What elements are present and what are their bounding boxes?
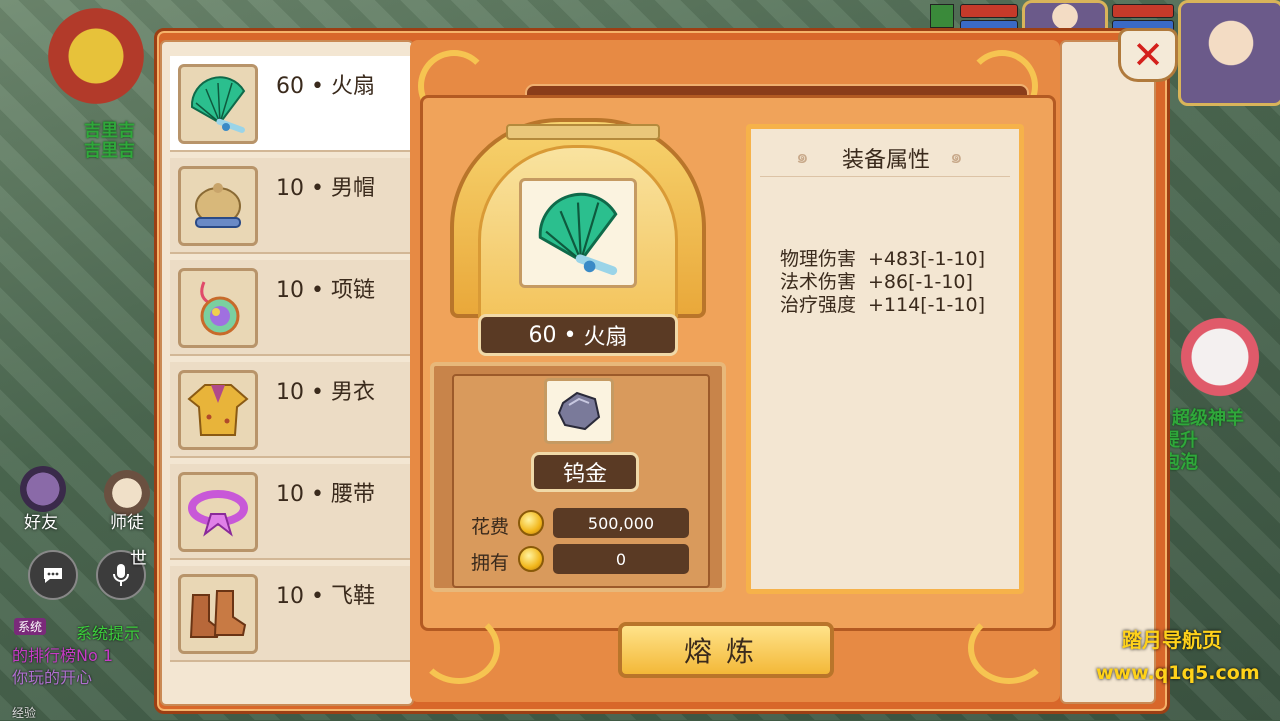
system-badge: 系统 bbox=[14, 618, 47, 635]
player-avatar[interactable] bbox=[1178, 0, 1280, 106]
item-name: 飞鞋 bbox=[330, 584, 375, 609]
necklace-icon bbox=[178, 268, 258, 348]
smelt-button[interactable]: 熔炼 bbox=[618, 622, 834, 678]
selected-item-level: 60 bbox=[528, 322, 557, 348]
npc-name-label: 吉里吉 bbox=[84, 141, 135, 161]
belt-icon bbox=[178, 472, 258, 552]
player-hp-bar bbox=[1112, 4, 1174, 18]
right-side-panel bbox=[1060, 40, 1156, 704]
item-level: 10 bbox=[276, 176, 304, 201]
watermark-title: 踏月导航页 bbox=[1122, 628, 1222, 652]
cost-label: 花费 bbox=[471, 516, 510, 538]
swirl-ornament-icon: ๑ bbox=[950, 144, 963, 168]
corner-ornament bbox=[968, 612, 1050, 684]
npc-sprite-left[interactable] bbox=[48, 8, 144, 104]
item-level: 10 bbox=[276, 584, 304, 609]
status-icon bbox=[930, 4, 954, 28]
attribute-name: 治疗强度 bbox=[780, 294, 857, 316]
list-item-3[interactable]: 10 • 男衣 bbox=[170, 362, 410, 458]
item-level: 10 bbox=[276, 380, 304, 405]
item-name: 火扇 bbox=[330, 74, 375, 99]
pet-hp-bar bbox=[960, 4, 1018, 18]
equipment-list[interactable]: 60 • 火扇 10 • 男帽 10 • 项链 10 • 男衣 10 • 腰带 … bbox=[160, 40, 414, 706]
list-item-1[interactable]: 10 • 男帽 bbox=[170, 158, 410, 254]
selected-item-name: 60 • 火扇 bbox=[478, 314, 678, 356]
boots-icon bbox=[178, 574, 258, 654]
exp-label: 经验 bbox=[12, 706, 37, 720]
close-x-icon: ✕ bbox=[1132, 33, 1164, 77]
attribute-divider bbox=[760, 176, 1010, 177]
world-channel-label[interactable]: 世 bbox=[130, 544, 147, 569]
chat-bubble-icon[interactable] bbox=[28, 550, 78, 600]
tungsten-stone-icon[interactable] bbox=[544, 378, 614, 444]
corner-ornament bbox=[418, 612, 500, 684]
list-item-2[interactable]: 10 • 项链 bbox=[170, 260, 410, 356]
attribute-value: +114[-1-10] bbox=[868, 294, 986, 316]
list-item-5[interactable]: 10 • 飞鞋 bbox=[170, 566, 410, 662]
material-name: 钨金 bbox=[531, 452, 639, 492]
attribute-panel bbox=[746, 124, 1024, 594]
watermark-url: www.q1q5.com bbox=[1096, 662, 1260, 684]
item-name: 项链 bbox=[330, 278, 375, 303]
item-name: 男帽 bbox=[330, 176, 375, 201]
friend-label[interactable]: 好友 bbox=[24, 508, 58, 533]
hat-icon bbox=[178, 166, 258, 246]
selected-item-title: 火扇 bbox=[583, 325, 628, 350]
list-item-0[interactable]: 60 • 火扇 bbox=[170, 56, 410, 152]
chat-text: 你玩的开心 bbox=[12, 668, 93, 687]
close-button[interactable]: ✕ bbox=[1118, 28, 1178, 82]
owned-label: 拥有 bbox=[471, 552, 510, 574]
arch-top-plate bbox=[506, 124, 660, 140]
attribute-title: 装备属性 bbox=[841, 148, 930, 173]
list-item-4[interactable]: 10 • 腰带 bbox=[170, 464, 410, 560]
robe-icon bbox=[178, 370, 258, 450]
cost-value: 500,000 bbox=[553, 508, 689, 538]
friend-avatar-icon[interactable] bbox=[20, 466, 66, 512]
npc-sprite-right[interactable] bbox=[1166, 312, 1274, 402]
coin-icon bbox=[518, 510, 544, 536]
chat-system-text: 系统提示 bbox=[76, 624, 141, 643]
item-level: 10 bbox=[276, 482, 304, 507]
item-name: 男衣 bbox=[330, 380, 375, 405]
attribute-line: 治疗强度 +114[-1-10] bbox=[780, 290, 985, 317]
item-name: 腰带 bbox=[330, 482, 375, 507]
owned-value: 0 bbox=[553, 544, 689, 574]
chat-text: 的排行榜No 1 bbox=[12, 646, 114, 665]
swirl-ornament-icon: ๑ bbox=[796, 144, 809, 168]
coin-icon bbox=[518, 546, 544, 572]
master-label[interactable]: 师徒 bbox=[110, 508, 144, 533]
fan-icon bbox=[178, 64, 258, 144]
item-level: 60 bbox=[276, 74, 304, 99]
item-level: 10 bbox=[276, 278, 304, 303]
fan-icon[interactable] bbox=[519, 178, 637, 288]
